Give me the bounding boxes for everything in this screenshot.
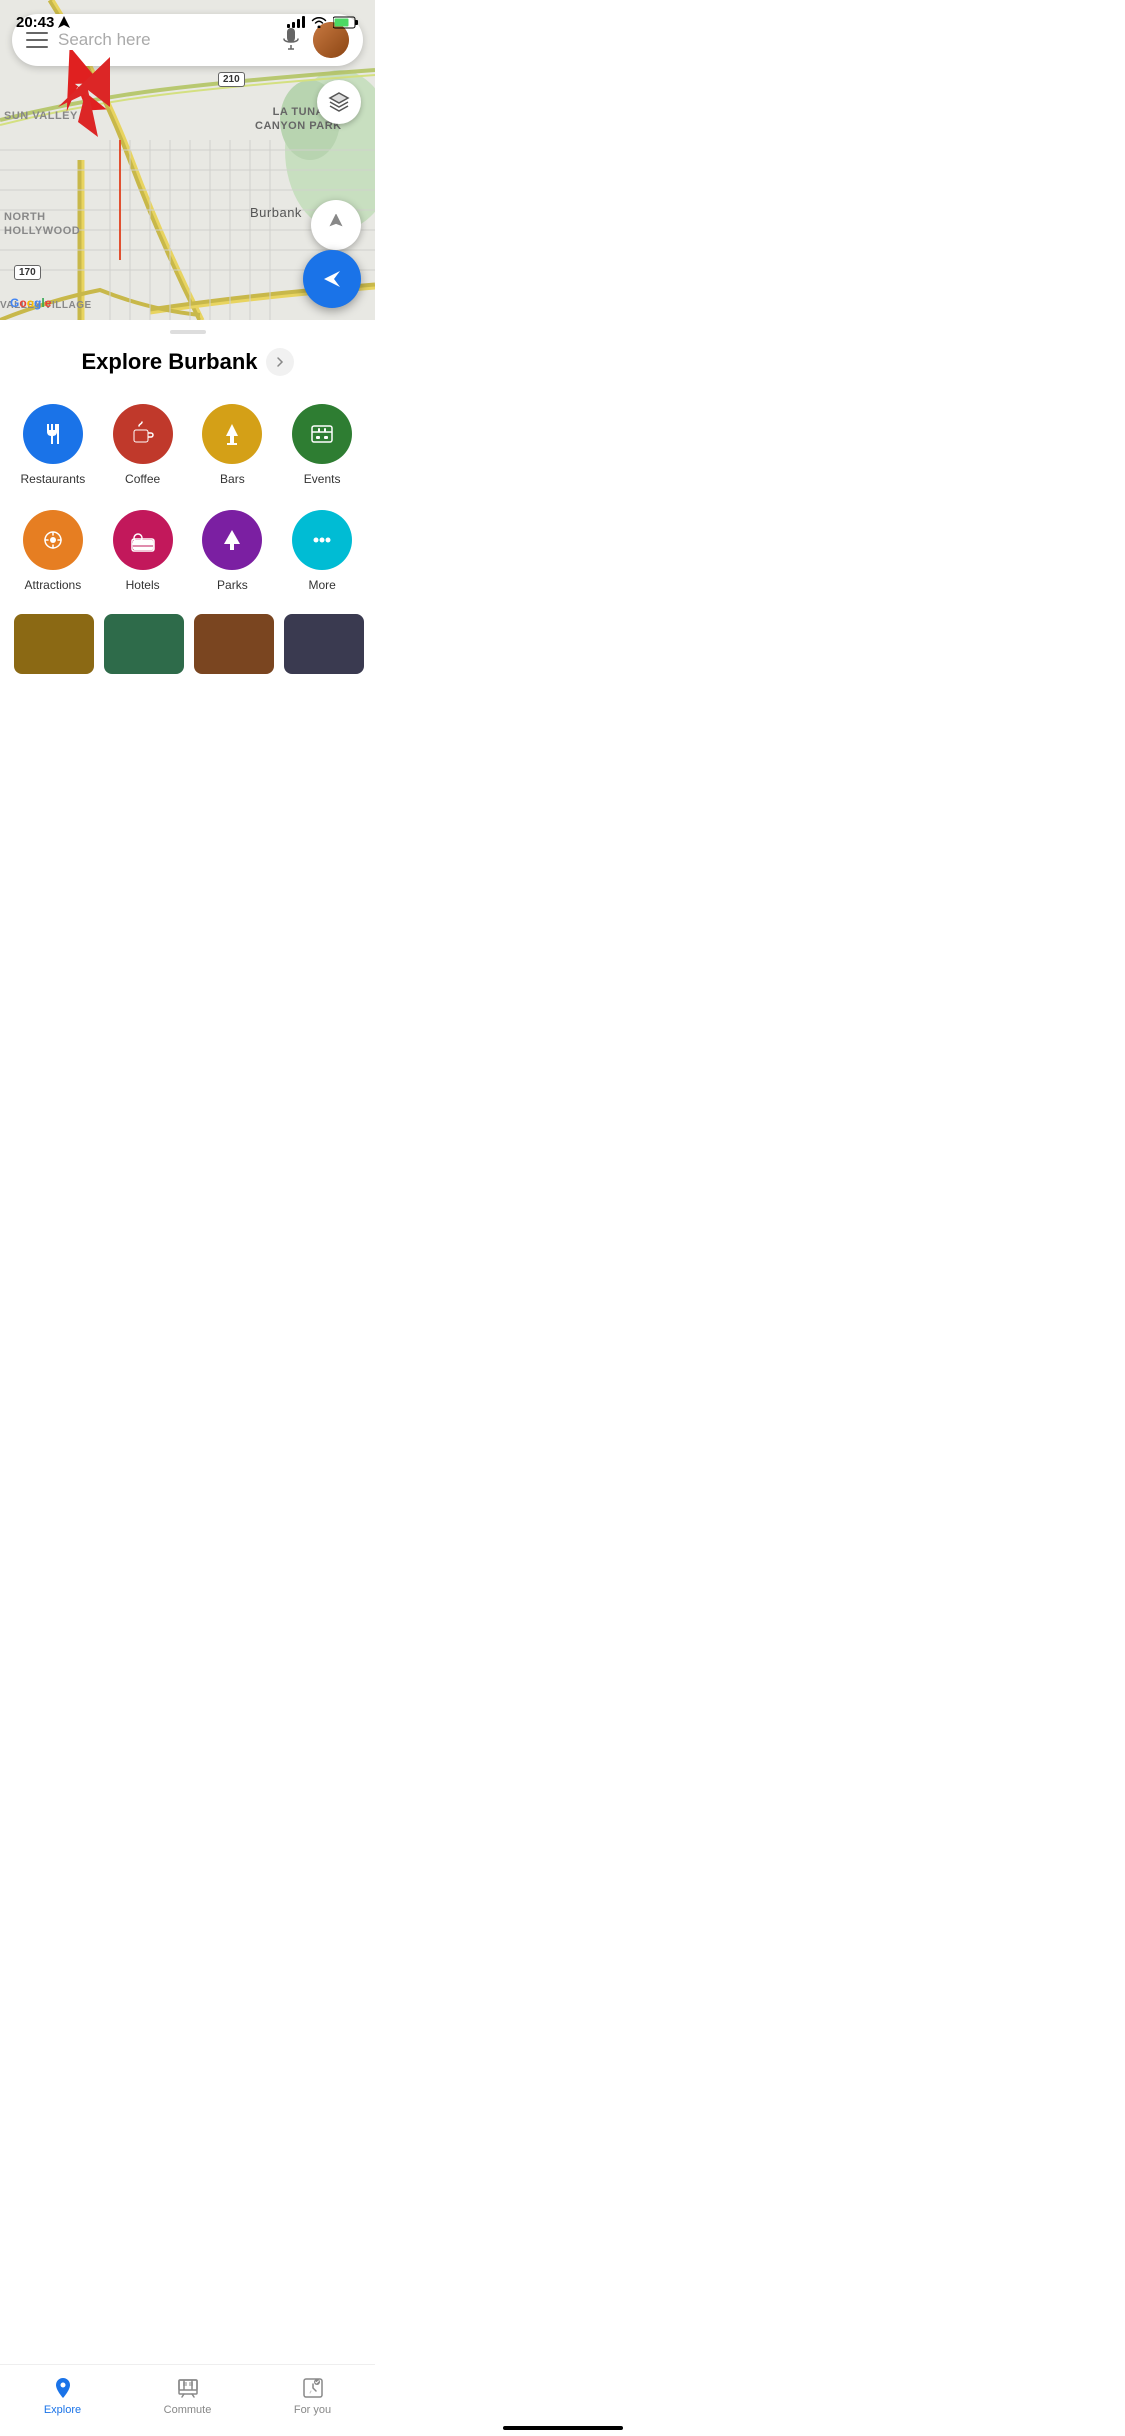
foryou-nav-label: For you [294, 2404, 331, 2416]
hotels-icon-circle [113, 510, 173, 570]
my-location-button[interactable] [311, 200, 361, 250]
card-item[interactable] [284, 614, 364, 674]
wifi-icon [311, 16, 327, 28]
parks-icon-circle [202, 510, 262, 570]
category-events[interactable]: Events [277, 394, 367, 500]
parks-label: Parks [217, 578, 248, 592]
category-parks[interactable]: Parks [188, 500, 278, 606]
coffee-icon-circle [113, 404, 173, 464]
nav-explore[interactable]: Explore [0, 2373, 125, 2416]
bottom-navigation: Explore Commute [0, 2364, 375, 2436]
time-display: 20:43 [16, 14, 54, 31]
status-time: 20:43 [16, 14, 70, 31]
nav-commute[interactable]: Commute [125, 2373, 250, 2416]
bars-icon-circle [202, 404, 262, 464]
events-icon-circle [292, 404, 352, 464]
attractions-icon-circle [23, 510, 83, 570]
attractions-label: Attractions [25, 578, 82, 592]
bottom-sheet: Explore Burbank Restaurants [0, 330, 375, 754]
category-bars[interactable]: Bars [188, 394, 278, 500]
category-coffee[interactable]: Coffee [98, 394, 188, 500]
foryou-nav-icon [300, 2375, 326, 2401]
categories-grid: Restaurants Coffee Bars [0, 394, 375, 606]
bars-label: Bars [220, 472, 245, 486]
commute-nav-label: Commute [164, 2404, 212, 2416]
category-attractions[interactable]: Attractions [8, 500, 98, 606]
start-navigation-button[interactable] [303, 250, 361, 308]
status-bar: 20:43 [0, 0, 375, 44]
commute-nav-icon [175, 2375, 201, 2401]
explore-nav-label: Explore [44, 2404, 81, 2416]
restaurants-label: Restaurants [21, 472, 86, 486]
coffee-label: Coffee [125, 472, 160, 486]
card-item[interactable] [14, 614, 94, 674]
location-arrow-icon [58, 16, 70, 28]
more-icon-circle [292, 510, 352, 570]
signal-icon [287, 16, 305, 28]
card-item[interactable] [194, 614, 274, 674]
home-indicator [503, 2426, 623, 2430]
sheet-handle [170, 330, 206, 334]
cards-row[interactable] [0, 606, 375, 674]
explore-nav-icon [50, 2375, 76, 2401]
battery-icon [333, 16, 359, 29]
category-more[interactable]: More [277, 500, 367, 606]
category-restaurants[interactable]: Restaurants [8, 394, 98, 500]
map-layers-button[interactable] [317, 80, 361, 124]
card-item[interactable] [104, 614, 184, 674]
google-logo: Google [10, 296, 51, 310]
red-arrow-indicator [40, 50, 120, 130]
more-label: More [308, 578, 335, 592]
events-label: Events [304, 472, 341, 486]
restaurants-icon-circle [23, 404, 83, 464]
explore-title-text: Explore Burbank [81, 349, 257, 375]
explore-more-button[interactable] [266, 348, 294, 376]
map-area[interactable]: SUNLAND-TUJUNGA SUN VALLEY La TunaCanyon… [0, 0, 375, 320]
explore-title: Explore Burbank [0, 348, 375, 376]
hotels-label: Hotels [126, 578, 160, 592]
category-hotels[interactable]: Hotels [98, 500, 188, 606]
route-210-shield: 210 [218, 72, 245, 87]
nav-foryou[interactable]: For you [250, 2373, 375, 2416]
route-170-shield: 170 [14, 265, 41, 280]
status-icons [287, 16, 359, 29]
